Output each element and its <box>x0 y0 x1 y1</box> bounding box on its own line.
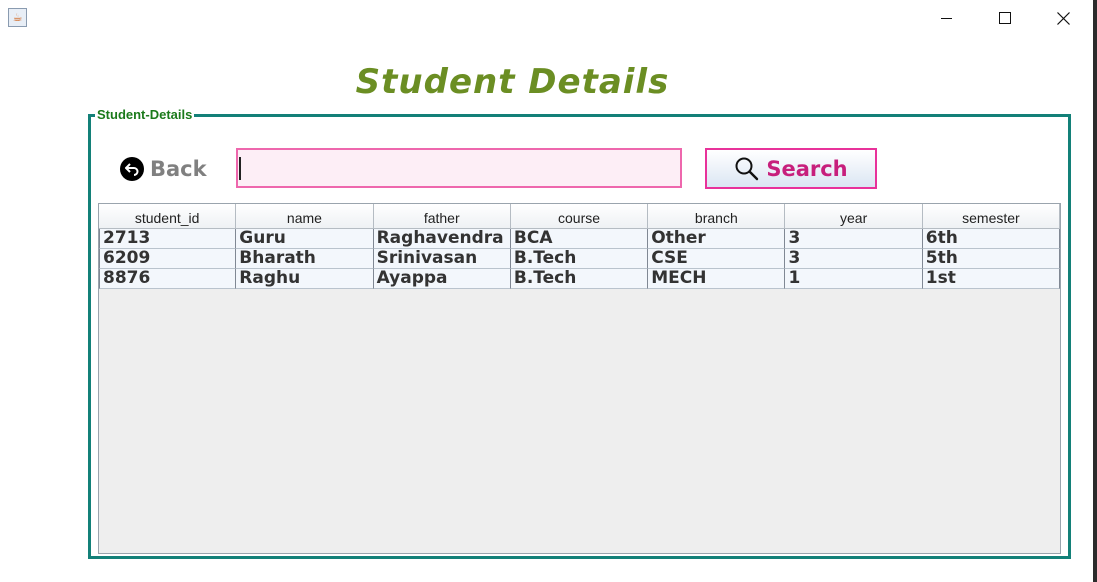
table-cell[interactable]: 5th <box>922 249 1061 269</box>
table-cell[interactable]: CSE <box>648 249 786 269</box>
table-row[interactable]: 8876 Raghu Ayappa B.Tech MECH 1 1st <box>99 269 1061 289</box>
table-row[interactable]: 6209 Bharath Srinivasan B.Tech CSE 3 5th <box>99 249 1061 269</box>
table-cell[interactable]: Raghavendra <box>373 229 511 249</box>
table-cell[interactable]: 2713 <box>99 229 237 249</box>
maximize-icon <box>999 12 1011 24</box>
minimize-icon <box>940 17 952 19</box>
table-cell[interactable]: BCA <box>510 229 649 249</box>
table-cell[interactable]: B.Tech <box>510 249 649 269</box>
table-cell[interactable]: MECH <box>648 269 786 289</box>
table-cell[interactable]: 1 <box>785 269 923 289</box>
column-header[interactable]: name <box>236 204 374 229</box>
table-cell[interactable]: 8876 <box>99 269 237 289</box>
table-cell[interactable]: Bharath <box>236 249 374 269</box>
back-label: Back <box>150 157 207 181</box>
column-header[interactable]: semester <box>922 204 1061 229</box>
close-icon <box>1056 11 1070 25</box>
page-title: Student Details <box>355 62 670 102</box>
table-cell[interactable]: Ayappa <box>373 269 511 289</box>
column-header[interactable]: father <box>373 204 511 229</box>
table-cell[interactable]: 3 <box>785 249 923 269</box>
table-cell[interactable]: Srinivasan <box>373 249 511 269</box>
java-app-icon[interactable]: ☕ <box>8 8 27 27</box>
column-header[interactable]: branch <box>648 204 786 229</box>
student-table[interactable]: student_id name father course branch yea… <box>98 203 1061 554</box>
back-arrow-icon <box>120 157 144 181</box>
panel-label: Student-Details <box>95 107 195 122</box>
back-button[interactable]: Back <box>120 154 207 184</box>
table-cell[interactable]: 6th <box>922 229 1061 249</box>
search-button[interactable]: Search <box>705 148 877 189</box>
search-button-label: Search <box>766 156 848 181</box>
table-body: 2713 Guru Raghavendra BCA Other 3 6th 62… <box>99 229 1061 289</box>
table-cell[interactable]: Guru <box>236 229 374 249</box>
column-header[interactable]: student_id <box>99 204 237 229</box>
table-cell[interactable]: 1st <box>922 269 1061 289</box>
window-edge <box>1093 0 1097 582</box>
minimize-button[interactable] <box>917 0 975 36</box>
text-caret <box>239 157 241 180</box>
search-input[interactable] <box>236 148 682 188</box>
table-cell[interactable]: Raghu <box>236 269 374 289</box>
table-cell[interactable]: Other <box>648 229 786 249</box>
table-row[interactable]: 2713 Guru Raghavendra BCA Other 3 6th <box>99 229 1061 249</box>
table-header: student_id name father course branch yea… <box>99 204 1061 229</box>
table-cell[interactable]: B.Tech <box>510 269 649 289</box>
magnifier-icon <box>735 157 759 180</box>
column-header[interactable]: course <box>510 204 649 229</box>
table-cell[interactable]: 3 <box>785 229 923 249</box>
maximize-button[interactable] <box>976 0 1034 36</box>
table-cell[interactable]: 6209 <box>99 249 237 269</box>
column-header[interactable]: year <box>785 204 923 229</box>
close-button[interactable] <box>1034 0 1092 36</box>
